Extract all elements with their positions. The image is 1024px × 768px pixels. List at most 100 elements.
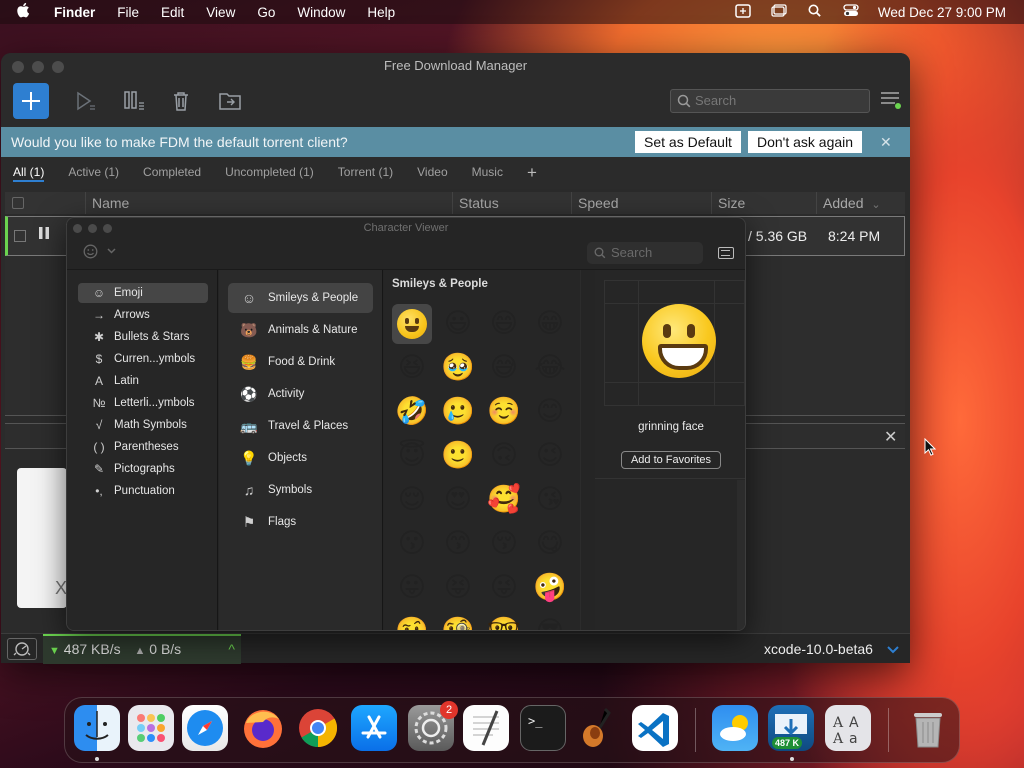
menu-window[interactable]: Window [297,5,345,20]
tab-uncompleted[interactable]: Uncompleted (1) [225,165,314,181]
column-status[interactable]: Status [452,192,572,214]
firefox-dock-icon[interactable] [240,705,286,751]
emoji-cell[interactable]: 😌 [392,480,432,520]
tab-video[interactable]: Video [417,165,447,181]
emoji-cell[interactable]: 🤣 [392,392,432,432]
emoji-cell[interactable]: 😝 [438,568,478,608]
emoji-scroll-track[interactable] [580,270,581,630]
emoji-cell[interactable]: 😘 [530,480,570,520]
emoji-cell[interactable]: 😆 [392,348,432,388]
finder-dock-icon[interactable] [74,705,120,751]
terminal-dock-icon[interactable]: >_ [520,705,566,751]
emoji-cell[interactable]: ☺️ [484,392,524,432]
column-added[interactable]: Added ⌄ [816,192,905,214]
detail-scroll-track[interactable] [737,480,745,630]
emoji-cell[interactable]: 🤓 [484,612,524,630]
minimize-window-button[interactable] [32,61,44,73]
emoji-cell[interactable]: 😇 [392,436,432,476]
category-emoji[interactable]: ☺ Emoji [78,283,208,303]
search-icon[interactable] [806,4,824,20]
row-checkbox[interactable] [14,230,26,242]
column-size[interactable]: Size [711,192,816,214]
cv-close-button[interactable] [73,224,82,233]
cv-minimize-button[interactable] [88,224,97,233]
recent-characters-icon[interactable] [83,244,98,263]
vscode-dock-icon[interactable] [632,705,678,751]
add-to-favorites-button[interactable]: Add to Favorites [621,451,721,469]
window-icon[interactable] [770,4,788,20]
emoji-cell[interactable]: 🤪 [530,568,570,608]
emoji-cell[interactable]: 😅 [484,348,524,388]
emoji-cell[interactable]: 😗 [392,524,432,564]
emoji-cell[interactable]: 😄 [484,304,524,344]
menu-file[interactable]: File [117,5,139,20]
emoji-cell[interactable]: 🤨 [392,612,432,630]
category-punctuation[interactable]: •, Punctuation [78,481,208,501]
category-currency-symbols[interactable]: $ Curren...ymbols [78,349,208,369]
garageband-dock-icon[interactable] [575,705,621,751]
category-pictographs[interactable]: ✎ Pictographs [78,459,208,479]
system-preferences-dock-icon[interactable]: 2 [408,701,458,751]
add-download-button[interactable] [13,83,49,119]
emoji-cell[interactable]: 😊 [530,392,570,432]
add-tab-button[interactable]: + [527,163,537,183]
menubar-clock[interactable]: Wed Dec 27 9:00 PM [878,5,1006,20]
emoji-cell[interactable]: 😙 [438,524,478,564]
fdm-titlebar[interactable]: Free Download Manager [1,53,910,79]
category-letterlike-symbols[interactable]: № Letterli...ymbols [78,393,208,413]
emoji-cell[interactable]: 😎 [530,612,570,630]
trash-dock-icon[interactable] [905,705,951,751]
emoji-cell[interactable]: 😍 [438,480,478,520]
control-center-icon[interactable] [842,4,860,20]
pause-icon[interactable] [38,226,50,245]
open-folder-button[interactable] [212,83,248,119]
select-all-checkbox[interactable] [12,197,24,209]
emoji-cell[interactable]: 😉 [530,436,570,476]
subcategory-activity[interactable]: ⚽ Activity [228,379,373,409]
emoji-cell[interactable]: 😜 [484,568,524,608]
screen-mirror-icon[interactable] [734,3,752,21]
menu-app-name[interactable]: Finder [54,5,95,20]
resume-button[interactable] [67,83,103,119]
emoji-cell[interactable]: 😂 [530,348,570,388]
subcategory-food-drink[interactable]: 🍔 Food & Drink [228,347,373,377]
emoji-cell[interactable]: 🙂 [438,436,478,476]
subcategory-flags[interactable]: ⚑ Flags [228,507,373,537]
apple-menu-icon[interactable] [16,2,40,22]
subcategory-objects[interactable]: 💡 Objects [228,443,373,473]
banner-close-icon[interactable]: ✕ [880,127,892,157]
tab-all[interactable]: All (1) [13,165,45,182]
main-menu-button[interactable] [881,91,901,109]
search-input[interactable]: Search [670,89,870,113]
emoji-cell[interactable]: 🥲 [438,392,478,432]
chevron-down-icon[interactable] [887,634,899,664]
menu-go[interactable]: Go [257,5,275,20]
category-parentheses[interactable]: ( ) Parentheses [78,437,208,457]
app-store-dock-icon[interactable] [351,705,397,751]
speed-mode-icon[interactable] [7,638,37,660]
subcategory-symbols[interactable]: ♫ Symbols [228,475,373,505]
emoji-cell[interactable]: 😃 [438,304,478,344]
character-viewer-titlebar[interactable]: Character Viewer [67,218,745,238]
menu-help[interactable]: Help [367,5,395,20]
textedit-dock-icon[interactable] [463,705,509,751]
tab-completed[interactable]: Completed [143,165,201,181]
set-as-default-button[interactable]: Set as Default [635,131,741,153]
cv-search-input[interactable]: Search [587,242,703,264]
font-book-dock-icon[interactable]: AAAa [825,705,871,751]
pause-all-button[interactable] [116,83,152,119]
traffic-speed-panel[interactable]: ▼ 487 KB/s ▲ 0 B/s ^ [43,634,241,664]
emoji-cell[interactable]: 🙃 [484,436,524,476]
category-bullets-stars[interactable]: ✱ Bullets & Stars [78,327,208,347]
column-name[interactable]: Name [85,192,457,214]
emoji-cell[interactable]: 😋 [530,524,570,564]
tab-active[interactable]: Active (1) [68,165,119,181]
category-arrows[interactable]: → Arrows [78,305,208,325]
chevron-up-icon[interactable]: ^ [228,636,235,663]
fdm-dock-icon[interactable]: 487 K [768,705,814,751]
subcategory-travel-places[interactable]: 🚌 Travel & Places [228,411,373,441]
chevron-down-icon[interactable] [107,245,116,257]
emoji-cell[interactable]: 😚 [484,524,524,564]
compact-view-icon[interactable] [718,247,734,259]
emoji-cell[interactable]: 🥰 [484,480,524,520]
